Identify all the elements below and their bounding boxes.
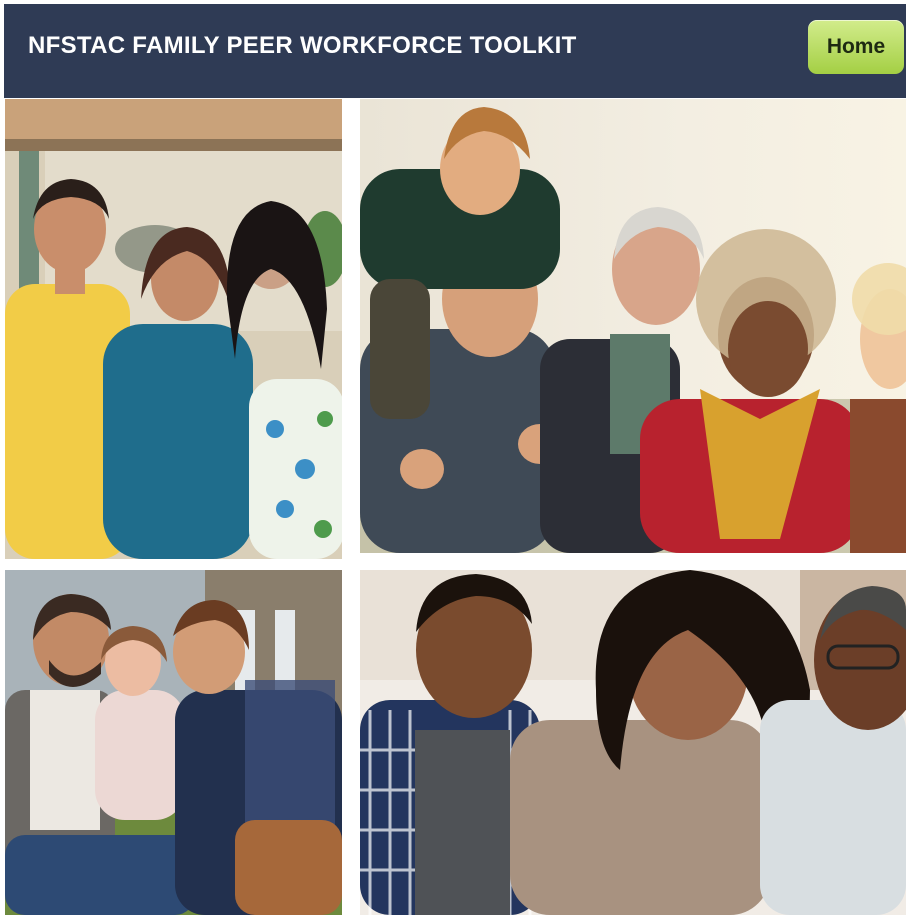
header-bar: NFSTAC FAMILY PEER WORKFORCE TOOLKIT Hom… [4,4,906,98]
photo-family-multigenerational [360,99,906,553]
photo-family-three-adults [5,99,342,559]
photo-two-fathers-daughter [5,570,342,915]
page-title: NFSTAC FAMILY PEER WORKFORCE TOOLKIT [28,32,577,59]
photo-teens-grandfather [360,570,906,915]
home-button[interactable]: Home [808,20,904,74]
